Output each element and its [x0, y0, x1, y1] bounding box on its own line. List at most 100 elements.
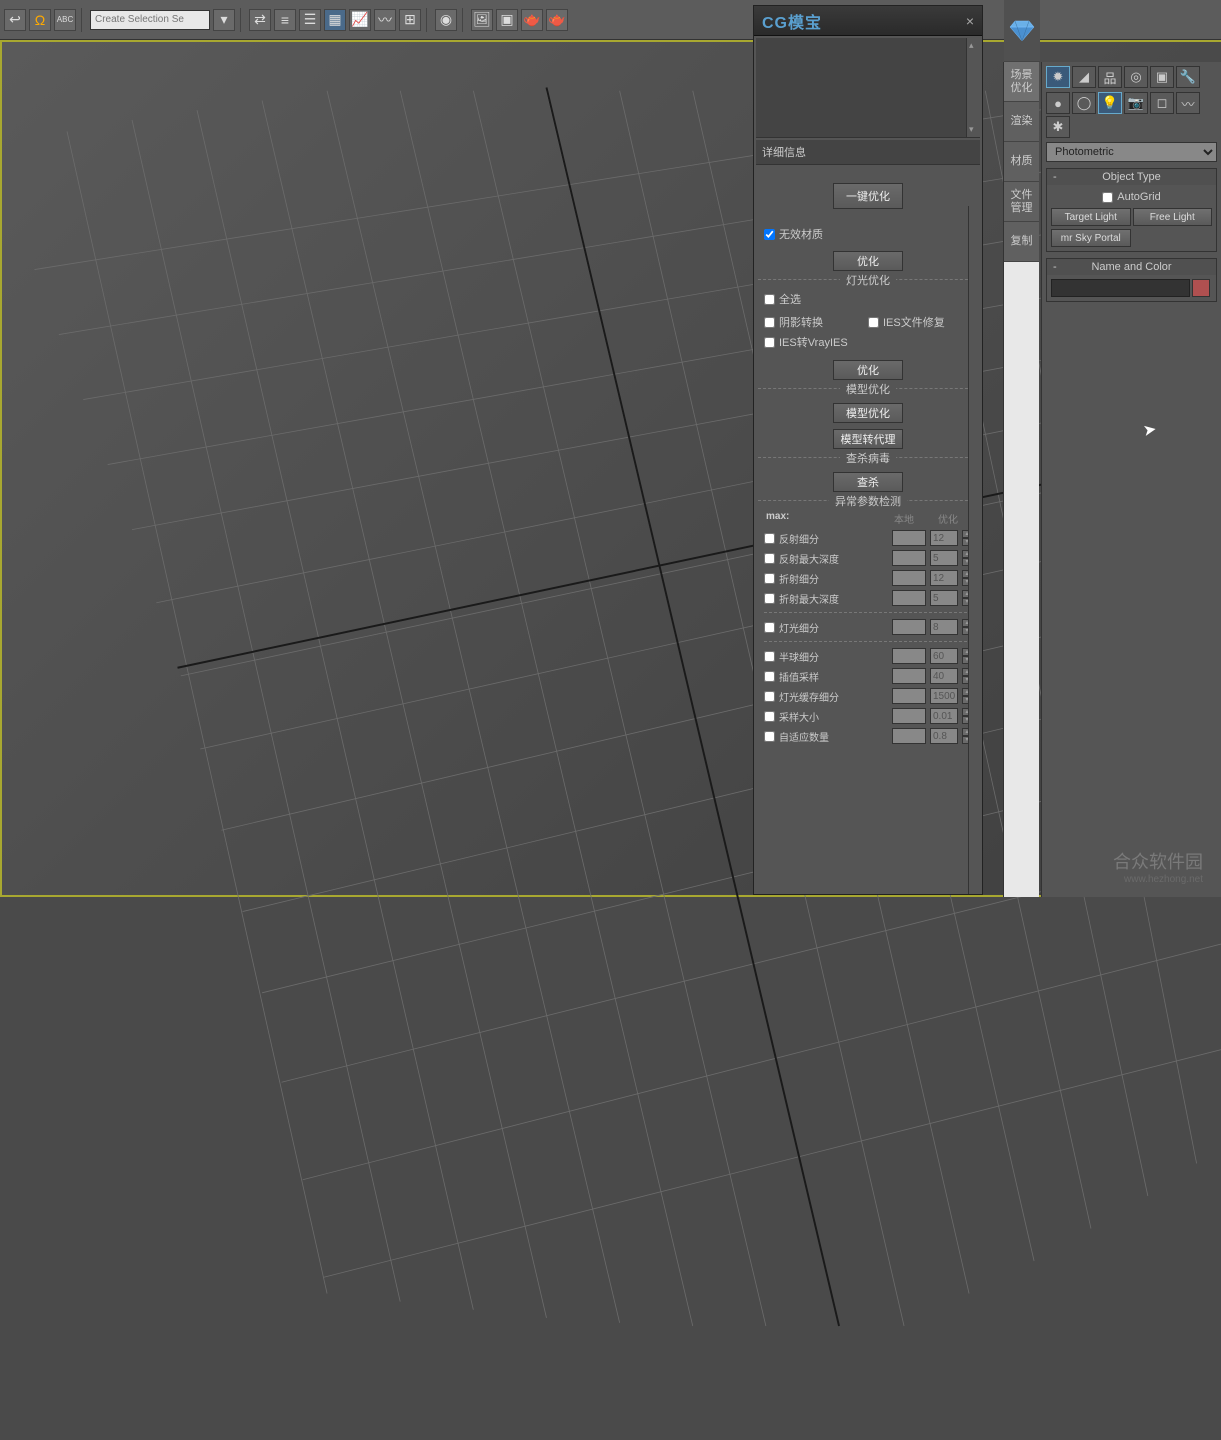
teapot-render-icon[interactable]: 🫖 [521, 9, 543, 31]
layers-panel-icon[interactable]: ▦ [324, 9, 346, 31]
param-opt-input[interactable] [930, 619, 958, 635]
optimize-button-2[interactable]: 优化 [833, 360, 903, 380]
cameras-icon[interactable]: 📷 [1124, 92, 1148, 114]
target-light-button[interactable]: Target Light [1051, 208, 1131, 226]
param-label: 灯光缓存细分 [779, 689, 888, 704]
lights-icon[interactable]: 💡 [1098, 92, 1122, 114]
param-opt-input[interactable] [930, 570, 958, 586]
param-opt-input[interactable] [930, 550, 958, 566]
light-section-title: 灯光优化 [840, 275, 896, 287]
display-tab-icon[interactable]: ▣ [1150, 66, 1174, 88]
systems-icon[interactable]: ✱ [1046, 116, 1070, 138]
param-opt-input[interactable] [930, 648, 958, 664]
param-checkbox[interactable] [764, 671, 775, 682]
param-opt-input[interactable] [930, 728, 958, 744]
param-label: 采样大小 [779, 709, 888, 724]
invalid-material-checkbox[interactable] [764, 229, 775, 240]
one-click-optimize-button[interactable]: 一键优化 [833, 183, 903, 209]
curve-editor-icon[interactable]: 〰 [374, 9, 396, 31]
name-color-rollout: Name and Color [1046, 258, 1217, 302]
side-tab-copy[interactable]: 复制 [1004, 222, 1039, 262]
selection-set-input[interactable] [90, 10, 210, 30]
optimize-button-1[interactable]: 优化 [833, 251, 903, 271]
side-tab-scene-opt[interactable]: 场景 优化 [1004, 62, 1039, 102]
ies-repair-checkbox[interactable] [868, 317, 879, 328]
helpers-icon[interactable]: ◻ [1150, 92, 1174, 114]
create-tab-icon[interactable]: ✹ [1046, 66, 1070, 88]
cg-body-scrollbar[interactable] [968, 206, 982, 894]
virus-scan-button[interactable]: 查杀 [833, 472, 903, 492]
graph-icon[interactable]: 📈 [349, 9, 371, 31]
param-row: 采样大小 ▴▾ [758, 706, 978, 726]
teapot-last-icon[interactable]: 🫖 [546, 9, 568, 31]
autogrid-checkbox[interactable] [1102, 192, 1113, 203]
object-name-input[interactable] [1051, 279, 1190, 297]
side-tab-file-mgmt[interactable]: 文件 管理 [1004, 182, 1039, 222]
object-color-swatch[interactable] [1192, 279, 1210, 297]
param-local-input[interactable] [892, 550, 926, 566]
param-local-input[interactable] [892, 648, 926, 664]
sky-portal-button[interactable]: mr Sky Portal [1051, 229, 1131, 247]
cg-logo-tab[interactable] [1004, 0, 1040, 62]
side-tab-material[interactable]: 材质 [1004, 142, 1039, 182]
model-optimize-button[interactable]: 模型优化 [833, 403, 903, 423]
object-type-header[interactable]: Object Type [1047, 169, 1216, 185]
material-icon[interactable]: ◉ [435, 9, 457, 31]
name-color-header[interactable]: Name and Color [1047, 259, 1216, 275]
cg-titlebar[interactable]: CG模宝 × [754, 6, 982, 36]
dropdown-icon[interactable]: ▾ [213, 9, 235, 31]
cg-preview-area [756, 38, 980, 138]
geometry-icon[interactable]: ● [1046, 92, 1070, 114]
param-checkbox[interactable] [764, 553, 775, 564]
spacewarps-icon[interactable]: 〰 [1176, 92, 1200, 114]
param-checkbox[interactable] [764, 711, 775, 722]
render-setup-icon[interactable]: 🖼 [471, 9, 493, 31]
param-opt-input[interactable] [930, 590, 958, 606]
close-icon[interactable]: × [966, 13, 974, 29]
layers-icon[interactable]: ☰ [299, 9, 321, 31]
align-icon[interactable]: ≡ [274, 9, 296, 31]
param-checkbox[interactable] [764, 731, 775, 742]
free-light-button[interactable]: Free Light [1133, 208, 1213, 226]
schematic-icon[interactable]: ⊞ [399, 9, 421, 31]
param-local-input[interactable] [892, 619, 926, 635]
param-checkbox[interactable] [764, 691, 775, 702]
param-checkbox[interactable] [764, 622, 775, 633]
side-tab-render[interactable]: 渲染 [1004, 102, 1039, 142]
select-all-checkbox[interactable] [764, 294, 775, 305]
param-local-input[interactable] [892, 708, 926, 724]
ies-vray-checkbox[interactable] [764, 337, 775, 348]
param-row: 折射最大深度 ▴▾ [758, 588, 978, 608]
param-checkbox[interactable] [764, 573, 775, 584]
undo-icon[interactable]: ↩ [4, 9, 26, 31]
param-local-input[interactable] [892, 728, 926, 744]
model-proxy-button[interactable]: 模型转代理 [833, 429, 903, 449]
param-row: 插值采样 ▴▾ [758, 666, 978, 686]
modify-tab-icon[interactable]: ◢ [1072, 66, 1096, 88]
param-local-input[interactable] [892, 668, 926, 684]
curve-icon[interactable]: Ω [29, 9, 51, 31]
param-local-input[interactable] [892, 688, 926, 704]
category-dropdown[interactable]: Photometric [1046, 142, 1217, 162]
param-checkbox[interactable] [764, 593, 775, 604]
shadow-convert-checkbox[interactable] [764, 317, 775, 328]
param-opt-input[interactable] [930, 530, 958, 546]
motion-tab-icon[interactable]: ◎ [1124, 66, 1148, 88]
model-section-title: 模型优化 [840, 384, 896, 396]
param-checkbox[interactable] [764, 533, 775, 544]
preview-scrollbar[interactable] [966, 38, 980, 137]
param-local-input[interactable] [892, 590, 926, 606]
mirror-icon[interactable]: ⇄ [249, 9, 271, 31]
param-local-input[interactable] [892, 570, 926, 586]
abc-icon[interactable]: ABC [54, 9, 76, 31]
render-frame-icon[interactable]: ▣ [496, 9, 518, 31]
param-opt-input[interactable] [930, 668, 958, 684]
select-all-label: 全选 [779, 291, 801, 307]
hierarchy-tab-icon[interactable]: 品 [1098, 66, 1122, 88]
param-checkbox[interactable] [764, 651, 775, 662]
shapes-icon[interactable]: ◯ [1072, 92, 1096, 114]
param-opt-input[interactable] [930, 708, 958, 724]
param-opt-input[interactable] [930, 688, 958, 704]
utilities-tab-icon[interactable]: 🔧 [1176, 66, 1200, 88]
param-local-input[interactable] [892, 530, 926, 546]
